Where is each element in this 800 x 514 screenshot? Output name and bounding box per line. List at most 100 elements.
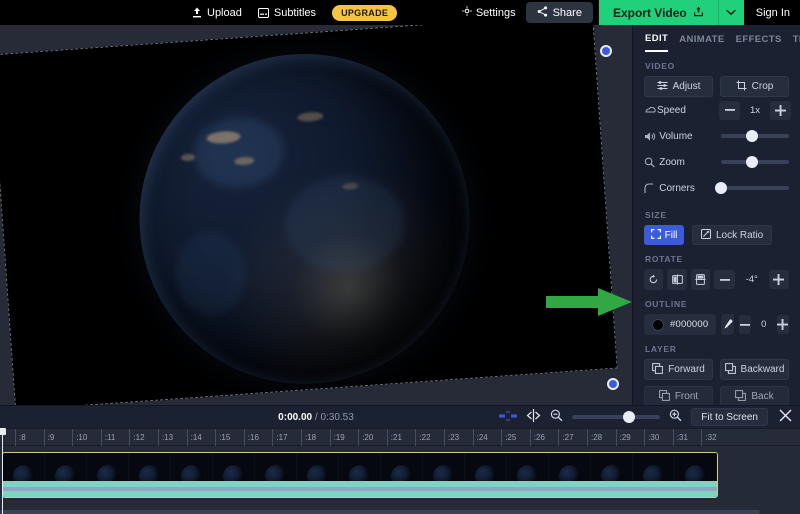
speed-increase-button[interactable] [770,101,791,120]
tab-effects[interactable]: EFFECTS [736,34,782,51]
playhead[interactable] [2,428,3,514]
clip-thumbnail [381,453,423,481]
export-icon [693,6,704,20]
clip-audio-edge [3,497,717,498]
ruler-tick: :17 [272,429,287,447]
section-label-outline: OUTLINE [645,299,800,309]
clip-thumbnail [87,453,129,481]
ruler-tick: :29 [616,429,631,447]
zoom-slider-knob[interactable] [746,156,758,168]
flip-horizontal-button[interactable] [667,269,686,290]
ruler-tick: :32 [701,429,716,447]
ruler-tick: :18 [301,429,316,447]
layer-forward-button[interactable]: Forward [644,359,713,380]
plus-icon [775,105,786,116]
export-video-button[interactable]: Export Video [599,0,718,25]
volume-slider-knob[interactable] [746,130,758,142]
export-video-label: Export Video [613,6,687,20]
flip-vertical-button[interactable] [691,269,710,290]
section-label-size: SIZE [645,210,800,220]
timeline-zoom-knob[interactable] [623,411,635,423]
crop-button[interactable]: Crop [720,76,789,97]
ruler-tick: :23 [444,429,459,447]
upload-label: Upload [207,7,242,19]
volume-slider[interactable] [721,134,789,138]
zoom-out-button[interactable] [550,409,563,425]
resize-handle-top-right[interactable] [600,45,612,57]
upload-button[interactable]: Upload [192,7,242,19]
tab-timing[interactable]: TIMING [793,34,800,51]
corners-slider-knob[interactable] [715,182,727,194]
close-timeline-button[interactable] [777,409,794,425]
layer-back-label: Back [751,391,773,402]
rotate-ccw-button[interactable] [644,269,663,290]
eyedropper-icon [722,319,733,330]
video-canvas[interactable] [0,25,618,405]
speed-control-row: Speed 1x [633,97,800,123]
sign-in-button[interactable]: Sign In [744,7,800,19]
layer-front-button[interactable]: Front [644,386,713,405]
outline-width-value: 0 [756,319,772,330]
corners-slider[interactable] [721,186,789,190]
outline-width-decrease-button[interactable] [739,315,751,334]
outline-width-increase-button[interactable] [777,315,789,334]
fill-expand-icon [651,229,661,242]
top-toolbar-right: Settings Share Export Video Sign In [452,0,800,25]
zoom-slider[interactable] [721,160,789,164]
layer-backward-button[interactable]: Backward [720,359,789,380]
layer-forward-label: Forward [668,364,705,375]
lock-ratio-button[interactable]: Lock Ratio [692,225,772,245]
clip-thumbnail [591,453,633,481]
timeline-clip[interactable] [2,452,718,498]
rotate-increase-button[interactable] [769,270,789,289]
ruler-tick: :19 [330,429,345,447]
rotate-decrease-button[interactable] [714,270,734,289]
share-button[interactable]: Share [526,2,593,23]
volume-icon [644,131,659,142]
plus-icon [773,274,784,285]
upgrade-button[interactable]: UPGRADE [332,5,397,21]
eyedropper-button[interactable] [721,314,733,335]
ruler-tick: :10 [72,429,87,447]
total-time: 0:30.53 [320,412,353,423]
snap-button[interactable] [499,410,517,425]
ruler-tick: :24 [473,429,488,447]
preview-stage[interactable] [0,25,632,405]
adjust-button[interactable]: Adjust [644,76,713,97]
outline-color-button[interactable]: #000000 [644,314,716,335]
share-label: Share [553,7,582,19]
fit-to-screen-button[interactable]: Fit to Screen [691,408,768,426]
crop-label: Crop [752,81,774,92]
minus-icon [725,109,735,111]
ruler-tick: :12 [129,429,144,447]
layer-back-button[interactable]: Back [720,386,789,405]
layer-backward-label: Backward [741,364,785,375]
ruler-tick: :13 [158,429,173,447]
zoom-in-button[interactable] [669,409,682,425]
speed-stepper: 1x [719,101,791,120]
tab-animate[interactable]: ANIMATE [679,34,724,51]
outline-row: #000000 0 [633,314,800,335]
ruler-tick: :25 [501,429,516,447]
front-icon [659,390,670,404]
timeline-tools: Fit to Screen [499,408,794,426]
speed-decrease-button[interactable] [719,101,740,120]
flip-horizontal-icon [672,274,683,285]
export-dropdown-button[interactable] [718,0,744,25]
rotate-ccw-icon [648,274,659,285]
split-button[interactable] [526,409,541,425]
timeline-scrollbar[interactable] [0,510,760,514]
timeline-ruler[interactable]: :8:9:10:11:12:13:14:15:16:17:18:19:20:21… [0,428,800,446]
clip-thumbnail [3,453,45,481]
section-label-video: VIDEO [645,61,800,71]
tab-edit[interactable]: EDIT [645,33,668,52]
subtitles-button[interactable]: Subtitles [258,7,316,19]
settings-button[interactable]: Settings [452,0,526,25]
playhead-handle[interactable] [0,428,6,435]
timeline-body[interactable] [0,446,800,514]
clip-thumbnail [213,453,255,481]
resize-handle-bottom-right[interactable] [607,378,619,390]
fill-label: Fill [665,230,678,241]
fill-button[interactable]: Fill [644,225,684,245]
timeline-zoom-slider[interactable] [572,415,660,419]
